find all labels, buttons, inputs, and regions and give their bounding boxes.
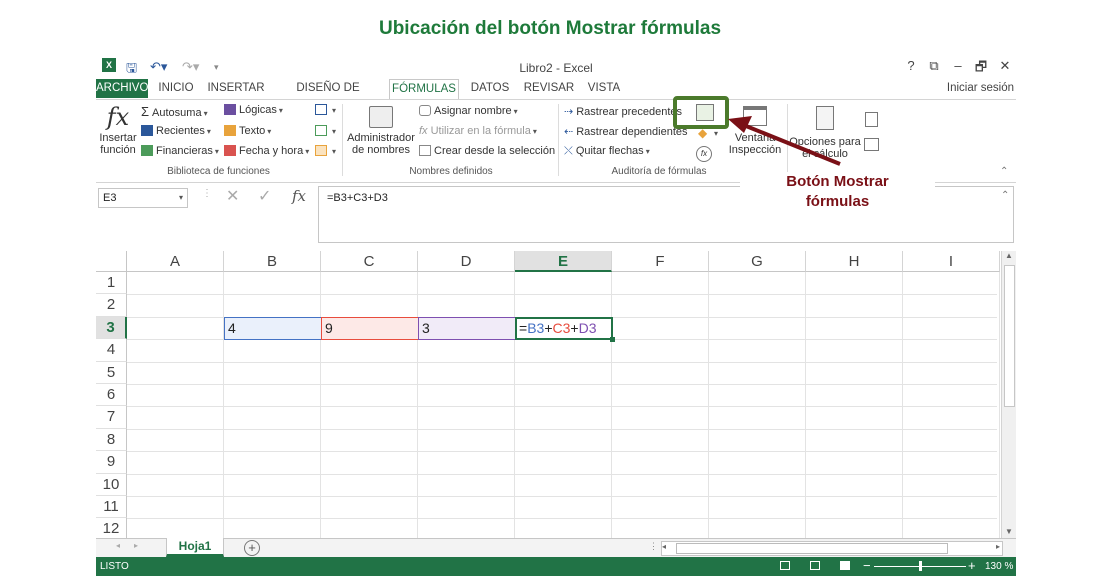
annotation-line-2: fórmulas bbox=[805, 193, 870, 210]
annotation-arrow bbox=[728, 116, 841, 166]
annotation-line-1: Botón Mostrar bbox=[786, 173, 889, 190]
annotation-label: Botón Mostrar fórmulas bbox=[740, 172, 935, 216]
